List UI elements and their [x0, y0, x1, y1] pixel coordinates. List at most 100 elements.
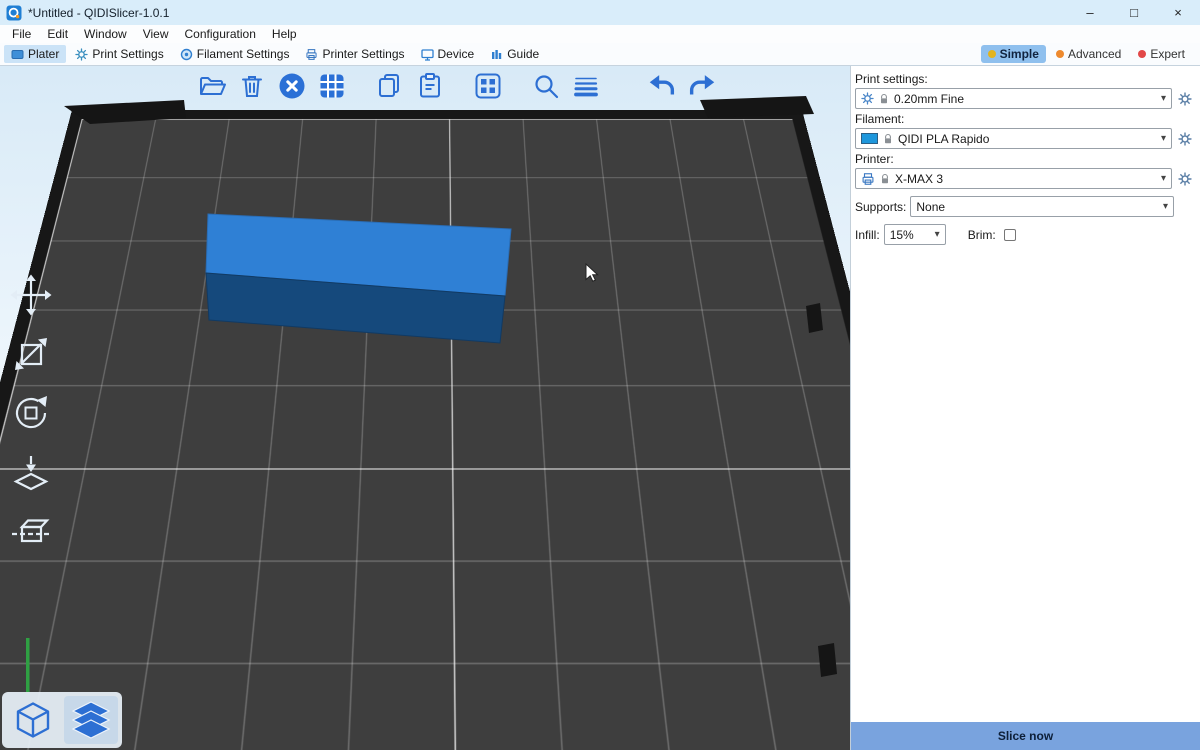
- menu-item-window[interactable]: Window: [76, 27, 135, 41]
- chevron-down-icon: ▾: [1161, 94, 1166, 104]
- chevron-down-icon: ▾: [1161, 134, 1166, 144]
- search-button[interactable]: [530, 70, 562, 102]
- rotate-button[interactable]: [8, 390, 54, 436]
- lock-icon: [878, 93, 890, 105]
- layers-icon: [69, 700, 113, 740]
- titlebar: *Untitled - QIDISlicer-1.0.1 – □ ×: [0, 0, 1200, 25]
- brim-label: Brim:: [968, 228, 996, 242]
- infill-select[interactable]: 15% ▾: [884, 224, 946, 245]
- filament-select[interactable]: QIDI PLA Rapido ▾: [855, 128, 1172, 149]
- tab-label: Guide: [507, 47, 539, 61]
- rotate-icon: [8, 390, 54, 436]
- chevron-down-icon: ▾: [1161, 174, 1166, 184]
- filament-gear-button[interactable]: [1176, 130, 1194, 148]
- redo-icon: [686, 71, 718, 101]
- print-settings-icon: [75, 48, 88, 61]
- tab-label: Print Settings: [92, 47, 163, 61]
- printer-select[interactable]: X-MAX 3 ▾: [855, 168, 1172, 189]
- window-title: *Untitled - QIDISlicer-1.0.1: [28, 6, 169, 20]
- move-icon: [8, 272, 54, 318]
- tab-guide[interactable]: Guide: [483, 45, 546, 63]
- printer-gear-button[interactable]: [1176, 170, 1194, 188]
- tab-label: Printer Settings: [322, 47, 404, 61]
- supports-select[interactable]: None ▾: [910, 196, 1174, 217]
- guide-icon: [490, 48, 503, 61]
- print-settings-label: Print settings:: [855, 72, 1194, 86]
- chevron-down-icon: ▾: [935, 230, 940, 240]
- mode-label: Expert: [1150, 47, 1185, 61]
- main-content: Print settings: 0.20mm Fine ▾ Filament: …: [0, 66, 1200, 750]
- tab-label: Device: [438, 47, 475, 61]
- printer-settings-icon: [305, 48, 318, 61]
- menu-item-configuration[interactable]: Configuration: [177, 27, 264, 41]
- open-button[interactable]: [196, 70, 228, 102]
- filament-value: QIDI PLA Rapido: [898, 132, 1157, 146]
- delete-all-button[interactable]: [276, 70, 308, 102]
- plater-icon: [11, 48, 24, 61]
- variable-layer-height-button[interactable]: [570, 70, 602, 102]
- redo-button[interactable]: [686, 70, 718, 102]
- viewport-3d[interactable]: [0, 66, 850, 750]
- split-objects-button[interactable]: [472, 70, 504, 102]
- sidebar: Print settings: 0.20mm Fine ▾ Filament: …: [850, 66, 1200, 750]
- tab-label: Plater: [28, 47, 59, 61]
- menu-item-view[interactable]: View: [135, 27, 177, 41]
- gear-icon: [1178, 92, 1192, 106]
- tab-print-settings[interactable]: Print Settings: [68, 45, 170, 63]
- layer-height-icon: [571, 71, 601, 101]
- close-button[interactable]: ×: [1156, 0, 1200, 25]
- arrange-button[interactable]: [316, 70, 348, 102]
- infill-value: 15%: [890, 228, 931, 242]
- cut-button[interactable]: [8, 508, 54, 554]
- view-switcher: [2, 692, 122, 748]
- mode-expert[interactable]: Expert: [1131, 45, 1192, 63]
- place-on-face-button[interactable]: [8, 449, 54, 495]
- mode-switcher: Simple Advanced Expert: [981, 45, 1196, 63]
- copy-button[interactable]: [374, 70, 406, 102]
- copy-icon: [375, 71, 405, 101]
- gear-icon: [1178, 172, 1192, 186]
- app-logo-icon: [6, 5, 22, 21]
- app-window: *Untitled - QIDISlicer-1.0.1 – □ × File …: [0, 0, 1200, 750]
- build-plate: [0, 110, 850, 750]
- expert-mode-dot-icon: [1138, 50, 1146, 58]
- move-button[interactable]: [8, 272, 54, 318]
- menu-item-file[interactable]: File: [4, 27, 39, 41]
- tab-device[interactable]: Device: [414, 45, 482, 63]
- paste-button[interactable]: [414, 70, 446, 102]
- menubar: File Edit Window View Configuration Help: [0, 25, 1200, 43]
- printer-icon: [861, 172, 875, 186]
- print-settings-value: 0.20mm Fine: [894, 92, 1157, 106]
- filament-label: Filament:: [855, 112, 1194, 126]
- delete-button[interactable]: [236, 70, 268, 102]
- menu-item-edit[interactable]: Edit: [39, 27, 76, 41]
- print-settings-select[interactable]: 0.20mm Fine ▾: [855, 88, 1172, 109]
- tab-plater[interactable]: Plater: [4, 45, 66, 63]
- cut-icon: [8, 508, 54, 554]
- cube-3d-icon: [13, 700, 53, 740]
- mode-advanced[interactable]: Advanced: [1049, 45, 1128, 63]
- paste-icon: [415, 71, 445, 101]
- tab-filament-settings[interactable]: Filament Settings: [173, 45, 297, 63]
- minimize-button[interactable]: –: [1068, 0, 1112, 25]
- mode-simple[interactable]: Simple: [981, 45, 1046, 63]
- scale-button[interactable]: [8, 331, 54, 377]
- filament-color-swatch: [861, 133, 878, 144]
- preview-view-button[interactable]: [64, 696, 118, 744]
- slice-now-button[interactable]: Slice now: [851, 722, 1200, 750]
- lock-icon: [879, 173, 891, 185]
- tabbar: Plater Print Settings Filament Settings …: [0, 43, 1200, 66]
- menu-item-help[interactable]: Help: [264, 27, 305, 41]
- maximize-button[interactable]: □: [1112, 0, 1156, 25]
- print-settings-gear-button[interactable]: [1176, 90, 1194, 108]
- open-folder-icon: [197, 71, 227, 101]
- place-on-face-icon: [8, 449, 54, 495]
- printer-value: X-MAX 3: [895, 172, 1157, 186]
- tab-printer-settings[interactable]: Printer Settings: [298, 45, 411, 63]
- brim-checkbox[interactable]: [1004, 229, 1016, 241]
- preset-gear-icon: [861, 92, 874, 105]
- gear-icon: [1178, 132, 1192, 146]
- undo-button[interactable]: [646, 70, 678, 102]
- lock-icon: [882, 133, 894, 145]
- editor-view-button[interactable]: [6, 696, 60, 744]
